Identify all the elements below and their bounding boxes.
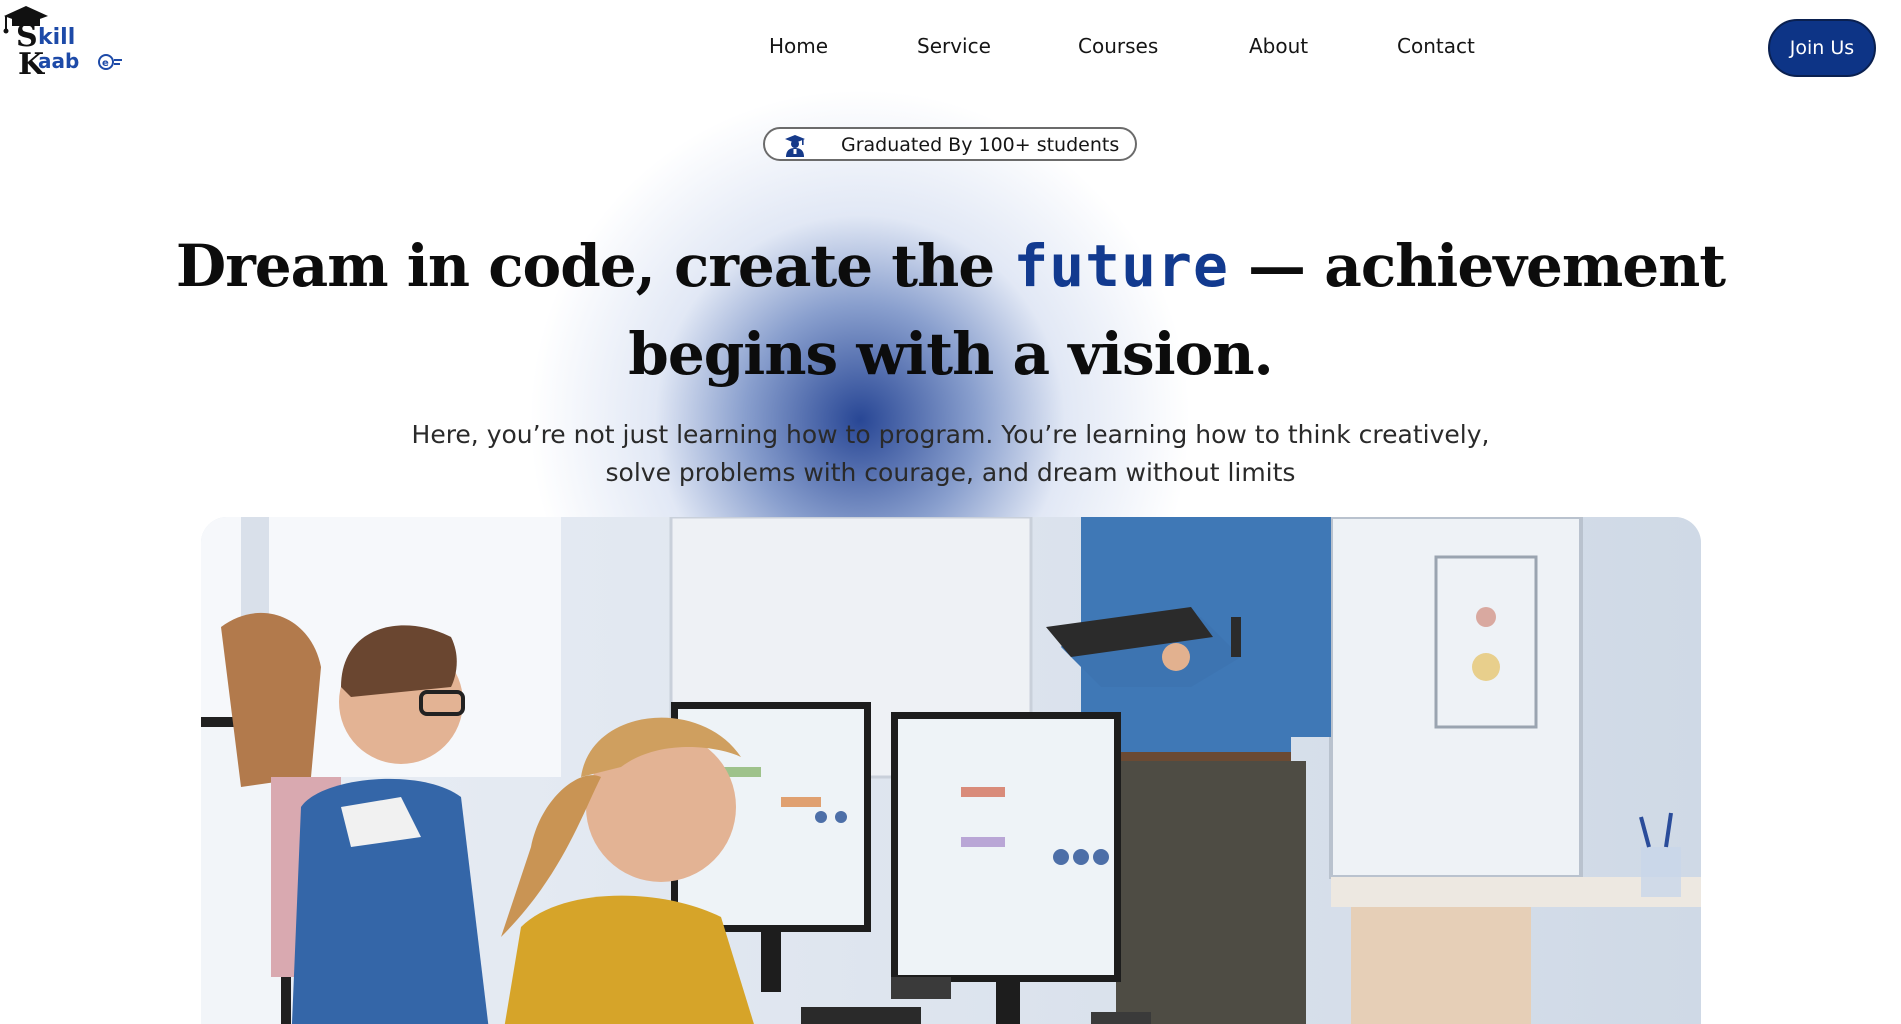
subtext-line1: Here, you’re not just learning how to pr…	[411, 420, 1490, 449]
headline-accent: future	[1013, 232, 1229, 300]
hero-headline: Dream in code, create the future — achie…	[150, 222, 1751, 398]
graduate-icon	[785, 135, 805, 157]
nav-home[interactable]: Home	[769, 34, 828, 58]
headline-part1: Dream in code, create the	[175, 232, 1014, 300]
nav-about[interactable]: About	[1249, 34, 1308, 58]
graduated-badge: Graduated By 100+ students	[763, 127, 1137, 161]
hero-image	[201, 517, 1701, 1024]
classroom-illustration	[201, 517, 1701, 1024]
badge-text: Graduated By 100+ students	[841, 134, 1120, 156]
nav-courses[interactable]: Courses	[1078, 34, 1158, 58]
landing-page: S kill K aab e Home Service Courses Abou…	[0, 0, 1901, 1024]
nav-contact[interactable]: Contact	[1397, 34, 1475, 58]
hero-subtext: Here, you’re not just learning how to pr…	[350, 416, 1551, 492]
subtext-line2: solve problems with courage, and dream w…	[605, 458, 1296, 487]
site-header: S kill K aab e Home Service Courses Abou…	[0, 0, 1901, 96]
nav-service[interactable]: Service	[917, 34, 991, 58]
main-nav: Home Service Courses About Contact	[0, 34, 1901, 62]
join-us-button[interactable]: Join Us	[1768, 19, 1876, 77]
